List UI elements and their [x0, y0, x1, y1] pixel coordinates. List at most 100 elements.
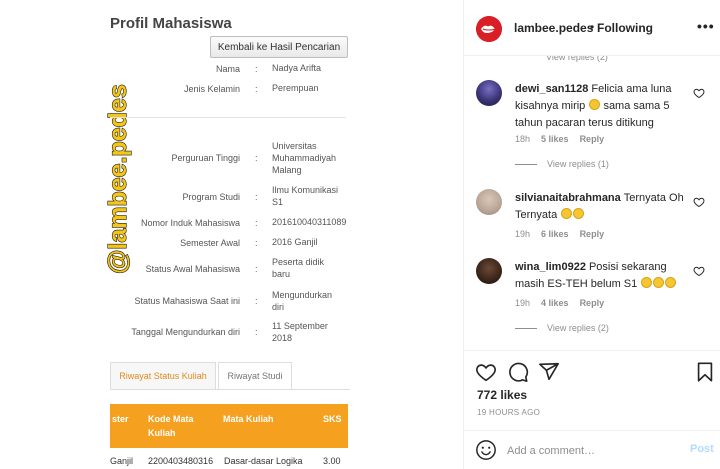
field-label-perguruan-tinggi: Perguruan Tinggi [171, 153, 240, 163]
reply-button[interactable]: Reply [580, 134, 605, 144]
field-label-status-saat-ini: Status Mahasiswa Saat ini [134, 296, 240, 306]
comment-meta: 19h 6 likes Reply [515, 229, 615, 239]
avatar[interactable] [476, 189, 502, 215]
field-colon: : [255, 238, 258, 248]
tab-riwayat-studi: Riwayat Studi [218, 362, 292, 389]
tab-riwayat-status-kuliah: Riwayat Status Kuliah [110, 362, 216, 389]
field-colon: : [255, 264, 258, 274]
field-value-status-awal: Peserta didik baru [272, 257, 325, 279]
field-value-nama: Nadya Arifta [272, 63, 322, 73]
tab-underline [110, 389, 350, 390]
post-time: 19 HOURS AGO [477, 408, 541, 417]
separator [110, 117, 346, 118]
field-label-nama: Nama [215, 64, 240, 74]
separator-dot: • [590, 20, 595, 34]
comment-likes[interactable]: 5 likes [541, 134, 569, 144]
comment-text: silvianaitabrahmana Ternyata Oh Ternyata [515, 190, 691, 224]
heart-icon[interactable] [693, 87, 705, 99]
comment-meta: 19h 4 likes Reply [515, 298, 615, 308]
comment-meta: 18h 5 likes Reply [515, 134, 615, 144]
comment-text: dewi_san1128 Felicia ama luna kisahnya mi… [515, 81, 691, 132]
field-label-program-studi: Program Studi [182, 192, 240, 202]
comment-username[interactable]: wina_lim0922 [515, 261, 586, 273]
post-header: lambee.pedes • Following ••• [464, 0, 720, 56]
cell-kode: 2200403480316 [148, 456, 214, 466]
field-value-perguruan-tinggi: Universitas Muhammadiyah Malang [272, 141, 337, 175]
heart-icon[interactable] [475, 361, 497, 383]
post-comment-button[interactable]: Post [690, 443, 714, 455]
laughing-emoji-icon [665, 277, 677, 288]
more-options-icon[interactable]: ••• [697, 18, 715, 34]
field-label-status-awal: Status Awal Mahasiswa [145, 264, 240, 274]
column-header-kode: Kode Mata Kuliah [148, 414, 194, 438]
field-value-semester-awal: 2016 Ganjil [272, 237, 318, 247]
field-label-nim: Nomor Induk Mahasiswa [140, 218, 240, 228]
cell-mata-kuliah: Dasar-dasar Logika [224, 456, 303, 466]
comment-likes[interactable]: 6 likes [541, 229, 569, 239]
reply-button[interactable]: Reply [580, 229, 605, 239]
post-image[interactable]: Profil Mahasiswa Kembali ke Hasil Pencar… [0, 0, 463, 469]
field-colon: : [255, 327, 258, 337]
column-header-mata-kuliah: Mata Kuliah [223, 414, 274, 424]
following-button[interactable]: Following [597, 21, 653, 35]
comment-time: 18h [515, 134, 531, 144]
back-to-search-button: Kembali ke Hasil Pencarian [210, 36, 348, 58]
comment-likes[interactable]: 4 likes [541, 298, 569, 308]
lips-logo-icon [476, 16, 502, 42]
avatar[interactable] [476, 258, 502, 284]
worried-emoji-icon [589, 99, 601, 110]
likes-count[interactable]: 772 likes [477, 388, 527, 402]
add-comment-bar: Post [464, 430, 720, 469]
reply-button[interactable]: Reply [580, 298, 605, 308]
laughing-emoji-icon [561, 208, 573, 219]
svg-text:@lambee.pedes: @lambee.pedes [104, 84, 132, 274]
profile-title: Profil Mahasiswa [110, 15, 232, 32]
view-replies-link[interactable]: View replies (1) [515, 159, 609, 169]
field-colon: : [255, 64, 258, 74]
comment-username[interactable]: dewi_san1128 [515, 83, 588, 95]
cell-sks: 3.00 [323, 456, 341, 466]
comment-time: 19h [515, 229, 531, 239]
field-value-tanggal-mengundurkan: 11 September 2018 [272, 321, 328, 343]
emoji-icon[interactable] [475, 439, 497, 461]
divider-line [515, 164, 537, 166]
avatar[interactable] [476, 16, 502, 42]
view-replies-label[interactable]: View replies (1) [547, 159, 609, 169]
field-colon: : [255, 192, 258, 202]
heart-icon[interactable] [693, 265, 705, 277]
add-comment-input[interactable] [507, 443, 667, 459]
avatar[interactable] [476, 80, 502, 106]
field-label-jenis-kelamin: Jenis Kelamin [183, 84, 240, 94]
comment-username[interactable]: silvianaitabrahmana [515, 192, 621, 204]
post-side-panel: View replies (2) dewi_san1128 Felicia ama… [463, 0, 720, 469]
divider-line [515, 328, 537, 330]
heart-icon[interactable] [693, 196, 705, 208]
laughing-emoji-icon [653, 277, 665, 288]
bookmark-icon[interactable] [694, 361, 716, 383]
post-actions: 772 likes 19 HOURS AGO Post [464, 350, 720, 469]
field-colon: : [255, 84, 258, 94]
column-header-semester: ster [112, 414, 129, 424]
post-username[interactable]: lambee.pedes [514, 21, 593, 35]
field-value-jenis-kelamin: Perempuan [272, 83, 319, 93]
laughing-emoji-icon [573, 208, 585, 219]
laughing-emoji-icon [641, 277, 653, 288]
share-icon[interactable] [538, 361, 560, 383]
view-replies-label[interactable]: View replies (2) [547, 323, 609, 333]
field-label-semester-awal: Semester Awal [180, 238, 240, 248]
field-colon: : [255, 296, 258, 306]
field-value-status-saat-ini: Mengundurkan diri [272, 290, 333, 312]
field-colon: : [255, 218, 258, 228]
field-value-program-studi: Ilmu Komunikasi S1 [272, 185, 339, 207]
view-replies-link[interactable]: View replies (2) [515, 323, 609, 333]
field-value-nim: 201610040311089 [272, 217, 347, 227]
column-header-sks: SKS [323, 414, 342, 424]
table-header: ster Kode Mata Kuliah Mata Kuliah SKS [110, 404, 348, 448]
comment-time: 19h [515, 298, 531, 308]
comment-text: wina_lim0922 Posisi sekarang masih ES-TEH… [515, 259, 691, 293]
watermark-text: @lambee.pedes [103, 84, 132, 275]
cell-semester: Ganjil [110, 456, 134, 466]
comment-icon[interactable] [507, 361, 529, 383]
watermark: @lambee.pedes [88, 84, 140, 280]
field-colon: : [255, 153, 258, 163]
